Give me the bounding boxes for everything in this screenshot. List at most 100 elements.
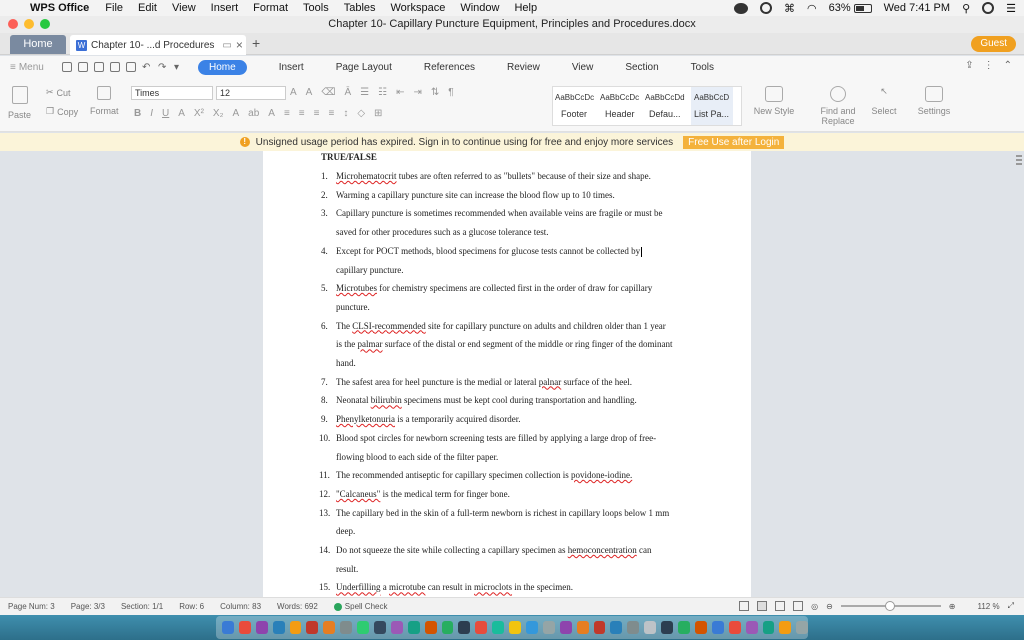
select-button[interactable]: ↖ Select [866,86,902,116]
web-view-icon[interactable] [793,601,804,611]
style-footer-preview[interactable]: AaBbCcDc [555,93,594,102]
question-line[interactable]: Do not squeeze the site while collecting… [336,545,651,555]
dock-app-icon[interactable] [627,621,640,634]
dock-app-icon[interactable] [374,621,386,634]
new-style-button[interactable]: New Style [752,86,796,116]
menu-file[interactable]: File [105,2,123,14]
question-line[interactable]: Warming a capillary puncture site can in… [336,190,615,200]
menu-tools[interactable]: Tools [303,2,329,14]
menu-window[interactable]: Window [460,2,499,14]
wifi-icon[interactable]: ◠ [807,2,817,15]
outline-view-icon[interactable] [775,601,786,611]
zoom-slider[interactable] [840,601,941,611]
question-continuation[interactable]: capillary puncture. [336,265,403,275]
tab-close-icon[interactable]: × [236,38,243,52]
tab-home[interactable]: Home [10,35,66,54]
status-ring-icon[interactable] [759,2,772,14]
font-name-select[interactable]: Times [131,86,213,100]
dock-app-icon[interactable] [678,621,690,634]
grow-font-icon[interactable]: A [290,87,297,98]
menu-workspace[interactable]: Workspace [391,2,446,14]
question-line[interactable]: Except for POCT methods, blood specimens… [336,246,643,257]
tab-section[interactable]: Section [625,62,658,73]
highlight-icon[interactable]: ab [248,108,259,119]
align-left-icon[interactable]: ≡ [284,108,290,119]
format-painter-button[interactable]: Format [90,86,119,116]
status-words[interactable]: Words: 692 [277,602,318,611]
increase-indent-icon[interactable]: ⇥ [413,87,421,98]
wps-tray-icon[interactable] [733,2,748,14]
collapse-ribbon-icon[interactable]: ⌃ [1004,60,1012,71]
menu-format[interactable]: Format [253,2,288,14]
question-line[interactable]: "Calcaneus" is the medical term for fing… [336,489,510,499]
dock-app-icon[interactable] [238,621,251,634]
dock-app-icon[interactable] [357,621,370,634]
close-window-button[interactable] [8,19,18,29]
underline-icon[interactable]: U [162,108,169,119]
question-line[interactable]: The capillary bed in the skin of a full-… [336,508,669,518]
font-size-select[interactable]: 12 [216,86,286,100]
zoom-out-icon[interactable]: ⊖ [826,602,833,611]
tab-view[interactable]: View [572,62,594,73]
page-view-icon[interactable] [757,601,768,611]
bullets-icon[interactable]: ☰ [360,87,369,98]
question-line[interactable]: The CLSI-recommended site for capillary … [336,321,666,331]
tab-references[interactable]: References [424,62,475,73]
main-menu-button[interactable]: ≡ Menu [10,62,62,73]
guest-button[interactable]: Guest [971,36,1016,52]
dock-app-icon[interactable] [390,621,403,634]
status-page-num[interactable]: Page Num: 3 [8,602,55,611]
question-line[interactable]: Microhematocrit tubes are often referred… [336,171,651,181]
share-icon[interactable]: ⇪ [965,60,973,71]
dock-app-icon[interactable] [458,621,471,634]
dock-app-icon[interactable] [526,621,538,634]
question-continuation[interactable]: hand. [336,358,356,368]
clock[interactable]: Wed 7:41 PM [884,2,950,14]
print-icon[interactable] [110,62,120,72]
question-continuation[interactable]: saved for other procedures such as a glu… [336,227,548,237]
tab-tools[interactable]: Tools [691,62,714,73]
cloud-sync-icon[interactable]: ▭ [222,40,231,51]
dock-app-icon[interactable] [306,621,319,634]
dock-app-icon[interactable] [610,621,623,634]
font-color-icon[interactable]: A [178,108,185,119]
status-row[interactable]: Row: 6 [179,602,204,611]
dock-app-icon[interactable] [340,621,353,634]
copy-button[interactable]: ❐ Copy [46,106,78,117]
decrease-indent-icon[interactable]: ⇤ [396,87,404,98]
line-spacing-icon[interactable]: ↕ [343,108,348,119]
menu-insert[interactable]: Insert [211,2,239,14]
question-line[interactable]: Phenylketonuria is a temporarily acquire… [336,414,521,424]
text-effect-icon[interactable]: Ā [344,87,351,98]
redo-icon[interactable]: ↷ [158,62,168,73]
dock-app-icon[interactable] [762,621,775,634]
find-replace-button[interactable]: Find and Replace [816,86,860,126]
show-marks-icon[interactable]: ¶ [448,87,453,98]
zoom-level[interactable]: 112 % [978,602,1000,611]
eye-protect-icon[interactable]: ◎ [811,602,818,611]
justify-icon[interactable]: ≡ [328,108,334,119]
dock-app-icon[interactable] [644,621,657,634]
dock-app-icon[interactable] [509,621,522,634]
paste-button[interactable]: Paste [8,86,31,120]
dock-app-icon[interactable] [289,621,302,634]
dock-app-icon[interactable] [542,621,555,634]
borders-icon[interactable]: ⊞ [374,108,382,119]
minimize-window-button[interactable] [24,19,34,29]
dock-app-icon[interactable] [272,621,285,634]
question-line[interactable]: Underfilling a microtube can result in m… [336,582,573,592]
status-column[interactable]: Column: 83 [220,602,261,611]
shrink-font-icon[interactable]: A [306,87,313,98]
settings-button[interactable]: Settings [912,86,956,116]
document-page[interactable]: TRUE/FALSE 1. Microhematocrit tubes are o… [263,151,751,597]
bluetooth-icon[interactable]: ⌘ [784,2,795,15]
dock-app-icon[interactable] [424,621,437,634]
zoom-in-icon[interactable]: ⊕ [949,602,956,611]
italic-icon[interactable]: I [150,108,153,119]
char-shading-icon[interactable]: A [268,108,275,119]
dock-app-icon[interactable] [796,621,809,634]
superscript-icon[interactable]: X² [194,108,204,119]
save-icon[interactable] [78,62,88,72]
shading-icon[interactable]: ◇ [357,108,365,119]
dock-app-icon[interactable] [576,621,589,634]
